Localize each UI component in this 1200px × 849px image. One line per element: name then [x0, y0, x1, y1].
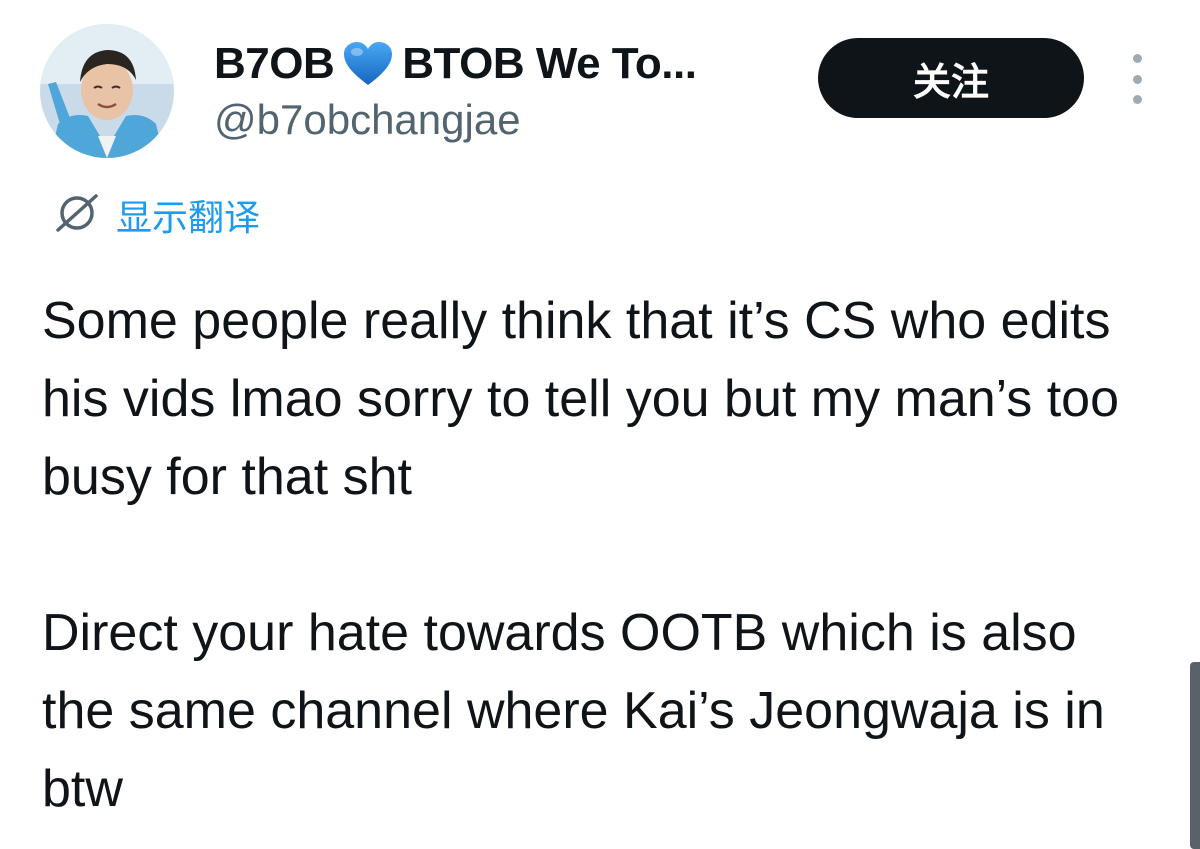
more-options-button[interactable] — [1120, 54, 1154, 104]
display-name-suffix[interactable]: BTOB We To... — [402, 39, 697, 89]
tweet-paragraph: Some people really think that it’s CS wh… — [42, 292, 1120, 506]
author-handle[interactable]: @b7obchangjae — [214, 96, 521, 144]
more-dot — [1132, 95, 1142, 104]
follow-button[interactable]: 关注 — [818, 38, 1084, 118]
show-translation-label[interactable]: 显示翻译 — [116, 189, 260, 241]
translate-globe-icon — [54, 190, 100, 241]
more-dot — [1132, 74, 1142, 84]
blue-heart-icon — [342, 40, 394, 88]
more-vertical-icon — [1132, 54, 1142, 63]
profile-photo-icon — [40, 24, 174, 158]
avatar[interactable] — [40, 24, 174, 158]
tweet-card: B7OB BTOB We To... @b7obchangjae 关注 显示翻译… — [0, 0, 1200, 849]
tweet-text: Some people really think that it’s CS wh… — [42, 282, 1162, 828]
tweet-paragraph: Direct your hate towards OOTB which is a… — [42, 604, 1105, 818]
author-name-row[interactable]: B7OB BTOB We To... — [214, 36, 697, 92]
display-name[interactable]: B7OB — [214, 39, 335, 89]
scrollbar[interactable] — [1190, 662, 1200, 849]
show-translation-link[interactable]: 显示翻译 — [54, 190, 260, 240]
